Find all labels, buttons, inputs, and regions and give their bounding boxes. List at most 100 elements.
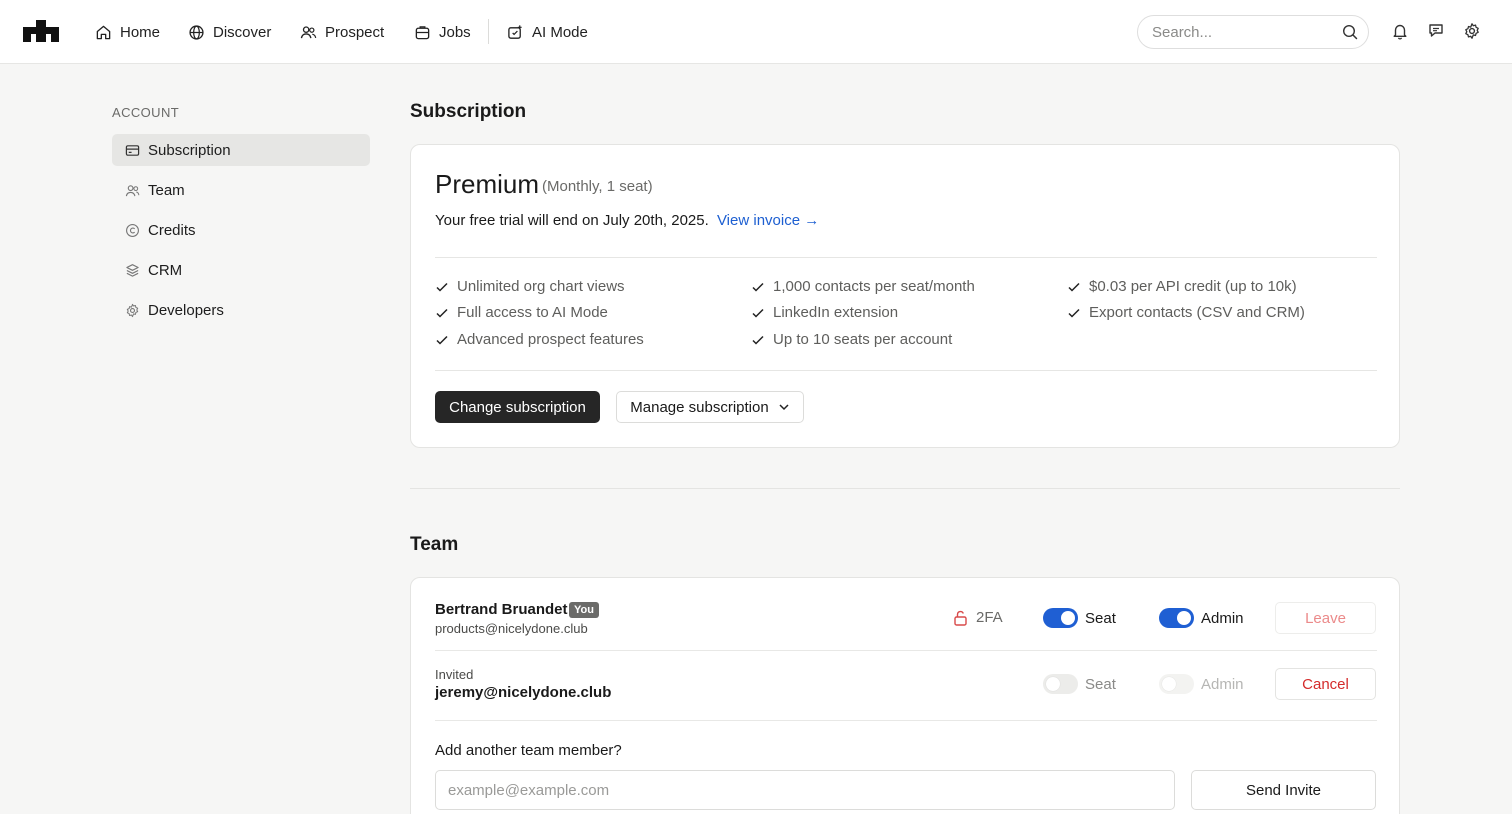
home-icon	[95, 24, 112, 41]
feature-item: $0.03 per API credit (up to 10k)	[1067, 278, 1297, 295]
manage-subscription-button[interactable]: Manage subscription	[616, 391, 804, 423]
plan-meta: (Monthly, 1 seat)	[542, 178, 653, 195]
invited-seat-toggle[interactable]	[1043, 674, 1078, 694]
search-input[interactable]	[1152, 23, 1332, 42]
nav-ai-mode[interactable]: AI Mode	[507, 20, 588, 44]
seat-label: Seat	[1085, 610, 1116, 627]
subscription-title: Subscription	[410, 101, 527, 122]
add-member-label: Add another team member?	[435, 742, 622, 759]
feature-item: Full access to AI Mode	[435, 304, 608, 321]
view-invoice-link[interactable]: View invoice →	[717, 212, 819, 229]
nav-prospect[interactable]: Prospect	[300, 20, 384, 44]
chevron-down-icon	[778, 401, 790, 413]
sidebar-item-label: CRM	[148, 261, 183, 279]
bell-icon[interactable]	[1391, 22, 1409, 40]
sidebar-item-label: Credits	[148, 221, 196, 239]
feature-text: Up to 10 seats per account	[773, 331, 953, 348]
trial-text: Your free trial will end on July 20th, 2…	[435, 212, 709, 229]
seat-toggle[interactable]	[1043, 608, 1078, 628]
nav-discover[interactable]: Discover	[188, 20, 271, 44]
sidebar-heading: ACCOUNT	[112, 105, 180, 120]
unlock-icon	[953, 610, 968, 626]
feature-item: Up to 10 seats per account	[751, 331, 952, 348]
change-subscription-button[interactable]: Change subscription	[435, 391, 600, 423]
gear-icon[interactable]	[1463, 22, 1481, 40]
admin-label: Admin	[1201, 610, 1244, 627]
feature-item: Unlimited org chart views	[435, 278, 625, 295]
divider	[435, 257, 1377, 258]
sidebar-item-crm[interactable]: CRM	[112, 254, 370, 286]
card-icon	[125, 143, 140, 158]
sidebar-item-team[interactable]: Team	[112, 174, 370, 206]
briefcase-icon	[414, 24, 431, 41]
check-icon	[1067, 280, 1081, 294]
admin-toggle[interactable]	[1159, 608, 1194, 628]
cancel-invite-button[interactable]: Cancel	[1275, 668, 1376, 700]
section-divider	[410, 488, 1400, 489]
nav-ai-mode-label: AI Mode	[532, 23, 588, 41]
member-name: Bertrand Bruandet	[435, 601, 568, 618]
feature-text: Full access to AI Mode	[457, 304, 608, 321]
check-icon	[1067, 306, 1081, 320]
feature-item: LinkedIn extension	[751, 304, 898, 321]
search-box	[1137, 15, 1369, 49]
globe-icon	[188, 24, 205, 41]
invited-email: jeremy@nicelydone.club	[435, 684, 612, 701]
nav-prospect-label: Prospect	[325, 23, 385, 41]
message-icon[interactable]	[1427, 22, 1445, 40]
manage-subscription-label: Manage subscription	[630, 398, 769, 416]
invited-admin-toggle[interactable]	[1159, 674, 1194, 694]
feature-text: $0.03 per API credit (up to 10k)	[1089, 278, 1297, 295]
nav-home[interactable]: Home	[95, 20, 160, 44]
feature-text: LinkedIn extension	[773, 304, 899, 321]
sidebar-item-label: Subscription	[148, 141, 231, 159]
users-icon	[300, 24, 317, 41]
sidebar-item-label: Team	[148, 181, 185, 199]
you-badge: You	[569, 602, 599, 618]
feature-text: Advanced prospect features	[457, 331, 644, 348]
row-divider	[435, 650, 1377, 651]
feature-text: Unlimited org chart views	[457, 278, 625, 295]
check-icon	[751, 306, 765, 320]
team-title: Team	[410, 534, 459, 555]
logo-mark[interactable]	[23, 20, 59, 42]
divider	[435, 370, 1377, 371]
plan-name: Premium	[435, 169, 540, 199]
feature-item: Advanced prospect features	[435, 331, 644, 348]
sidebar-item-subscription[interactable]: Subscription	[112, 134, 370, 166]
check-icon	[751, 280, 765, 294]
sidebar-item-credits[interactable]: Credits	[112, 214, 370, 246]
feature-item: Export contacts (CSV and CRM)	[1067, 304, 1305, 321]
twofa-label: 2FA	[976, 609, 1003, 626]
nav-separator	[488, 19, 489, 44]
sidebar-item-label: Developers	[148, 301, 224, 319]
invite-email-input[interactable]	[435, 770, 1175, 810]
nav-discover-label: Discover	[213, 23, 272, 41]
row-divider	[435, 720, 1377, 721]
nav-jobs-label: Jobs	[439, 23, 471, 41]
trial-notice: Your free trial will end on July 20th, 2…	[435, 212, 819, 229]
check-icon	[435, 306, 449, 320]
nav-jobs[interactable]: Jobs	[414, 20, 471, 44]
sidebar-item-developers[interactable]: Developers	[112, 294, 370, 326]
send-invite-button[interactable]: Send Invite	[1191, 770, 1376, 810]
team-card: Bertrand Bruandet You products@nicelydon…	[410, 577, 1400, 814]
feature-item: 1,000 contacts per seat/month	[751, 278, 975, 295]
check-icon	[751, 333, 765, 347]
invited-admin-label: Admin	[1201, 676, 1244, 693]
search-icon[interactable]	[1342, 24, 1358, 40]
invited-status: Invited	[435, 667, 474, 682]
subscription-card: Premium (Monthly, 1 seat) Your free tria…	[410, 144, 1400, 448]
twofa-status[interactable]: 2FA	[953, 609, 1003, 626]
credits-icon	[125, 223, 140, 238]
team-icon	[125, 183, 140, 198]
nav-home-label: Home	[120, 23, 161, 41]
top-navigation-bar: Home Discover Prospect Jobs AI Mode	[0, 0, 1512, 64]
layers-icon	[125, 263, 140, 278]
member-email: products@nicelydone.club	[435, 621, 588, 636]
check-icon	[435, 280, 449, 294]
ai-sparkle-icon	[507, 24, 524, 41]
invited-seat-label: Seat	[1085, 676, 1116, 693]
feature-text: 1,000 contacts per seat/month	[773, 278, 975, 295]
leave-button[interactable]: Leave	[1275, 602, 1376, 634]
